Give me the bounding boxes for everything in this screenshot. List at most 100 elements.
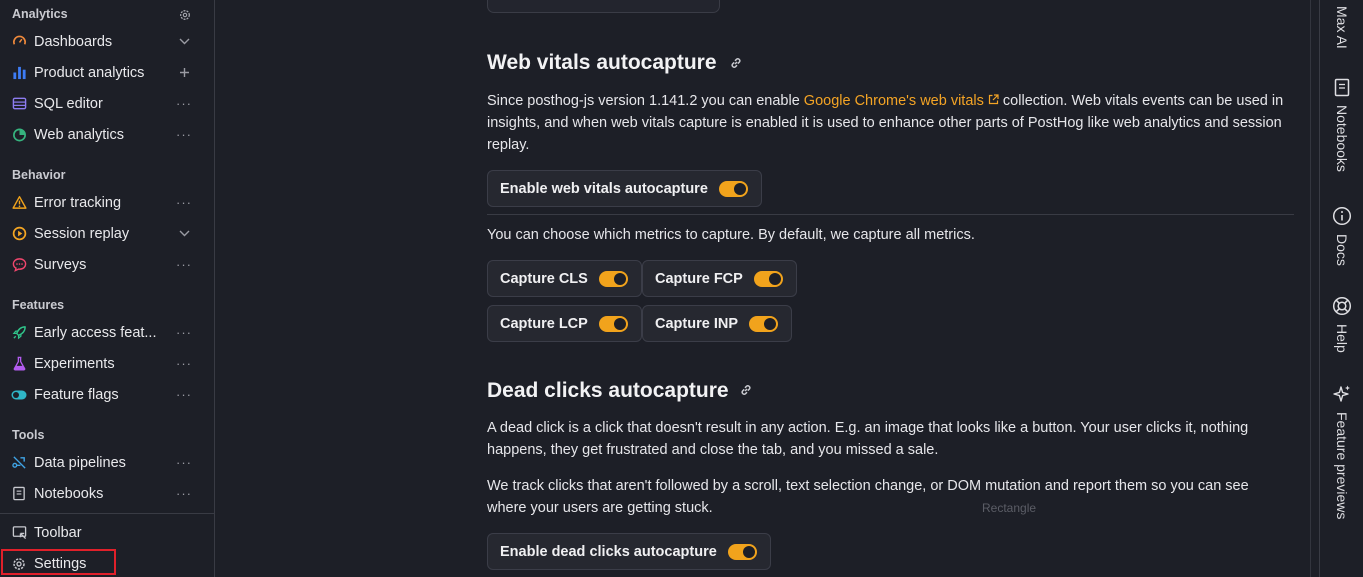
toggle-label: Capture CLS	[500, 270, 588, 287]
toolbar-icon	[11, 525, 27, 541]
sidebar-item-experiments[interactable]: Experiments ···	[0, 349, 214, 378]
toggle-label: Enable web vitals autocapture	[500, 180, 708, 197]
side-panel-label: Feature previews	[1334, 412, 1350, 520]
web-vitals-link-text[interactable]: Google Chrome's web vitals	[804, 93, 984, 109]
chevron-down-icon[interactable]	[176, 226, 192, 242]
side-panel-label: Notebooks	[1334, 105, 1350, 172]
toggle-switch[interactable]	[753, 270, 783, 287]
sidebar-item-label: Data pipelines	[34, 454, 126, 471]
more-icon[interactable]: ···	[176, 96, 192, 112]
sidebar-item-dashboards[interactable]: Dashboards	[0, 27, 214, 56]
toggle-switch[interactable]	[598, 315, 628, 332]
main-content: Web vitals autocapture Since posthog-js …	[215, 0, 1310, 577]
side-panel-label: Help	[1334, 324, 1350, 353]
warning-icon	[11, 195, 27, 211]
dead-clicks-tracking-description: We track clicks that aren't followed by …	[487, 478, 1249, 516]
link-icon[interactable]	[729, 56, 743, 70]
sidebar-item-label: Product analytics	[34, 64, 145, 81]
sidebar-item-sql-editor[interactable]: SQL editor ···	[0, 89, 214, 118]
sidebar-item-early-access-features[interactable]: Early access feat... ···	[0, 318, 214, 347]
notebook-icon	[1332, 77, 1352, 97]
capture-lcp-toggle[interactable]: Capture LCP	[487, 305, 642, 342]
more-icon[interactable]: ···	[176, 195, 192, 211]
more-icon[interactable]: ···	[176, 127, 192, 143]
side-panel-feature-previews[interactable]: Feature previews	[1320, 384, 1363, 519]
dead-clicks-autocapture-toggle[interactable]: Enable dead clicks autocapture	[487, 533, 771, 570]
sidebar-item-label: Session replay	[34, 225, 130, 242]
gear-icon[interactable]	[179, 8, 191, 20]
sidebar-item-label: Toolbar	[34, 524, 82, 541]
web-vitals-autocapture-toggle[interactable]: Enable web vitals autocapture	[487, 170, 762, 207]
external-link-icon	[984, 93, 999, 109]
chevron-down-icon[interactable]	[176, 34, 192, 50]
web-vitals-link[interactable]: Google Chrome's web vitals	[804, 93, 999, 109]
session-replay-icon	[11, 226, 27, 242]
toggle-switch[interactable]	[749, 315, 778, 332]
sidebar-item-data-pipelines[interactable]: Data pipelines ···	[0, 448, 214, 477]
sidebar-item-toolbar[interactable]: Toolbar	[0, 518, 214, 547]
section-title-analytics: Analytics	[12, 7, 68, 21]
sidebar-item-error-tracking[interactable]: Error tracking ···	[0, 188, 214, 217]
rectangle-ghost-label: Rectangle	[982, 501, 1037, 515]
toggle-switch[interactable]	[598, 270, 628, 287]
more-icon[interactable]: ···	[176, 387, 192, 403]
link-icon[interactable]	[739, 383, 753, 397]
sidebar-item-web-analytics[interactable]: Web analytics ···	[0, 120, 214, 149]
sidebar-item-label: Web analytics	[34, 126, 124, 143]
metrics-description: You can choose which metrics to capture.…	[487, 227, 975, 243]
side-panel-notebooks[interactable]: Notebooks	[1320, 77, 1363, 172]
flask-icon	[11, 356, 27, 372]
previous-toggle-button[interactable]	[487, 0, 720, 13]
toggle-switch[interactable]	[718, 180, 748, 197]
divider	[487, 214, 1294, 215]
web-analytics-icon	[11, 127, 27, 143]
section-title-behavior: Behavior	[12, 168, 66, 182]
sidebar-item-label: Error tracking	[34, 194, 122, 211]
side-panel-max-ai[interactable]: Max AI	[1320, 6, 1363, 49]
web-vitals-title: Web vitals autocapture	[487, 51, 717, 74]
sparkle-icon	[1332, 384, 1352, 404]
section-title-tools: Tools	[12, 428, 45, 442]
sidebar-item-feature-flags[interactable]: Feature flags ···	[0, 380, 214, 409]
side-panel-help[interactable]: Help	[1320, 296, 1363, 353]
more-icon[interactable]: ···	[176, 455, 192, 471]
sidebar-item-label: Feature flags	[34, 386, 119, 403]
sidebar-item-label: SQL editor	[34, 95, 103, 112]
toggle-label: Enable dead clicks autocapture	[500, 543, 717, 560]
sidebar-item-notebooks[interactable]: Notebooks ···	[0, 479, 214, 508]
side-panel-docs[interactable]: Docs	[1320, 206, 1363, 266]
toggle-label: Capture FCP	[655, 270, 743, 287]
sidebar-item-surveys[interactable]: Surveys ···	[0, 250, 214, 279]
sidebar-item-session-replay[interactable]: Session replay	[0, 219, 214, 248]
left-sidebar: Analytics Dashboards Product analytics S…	[0, 0, 215, 577]
more-icon[interactable]: ···	[176, 257, 192, 273]
sidebar-item-product-analytics[interactable]: Product analytics	[0, 58, 214, 87]
dead-clicks-title: Dead clicks autocapture	[487, 379, 729, 402]
web-vitals-desc-start: Since posthog-js version 1.141.2 you can…	[487, 93, 804, 109]
main-scrollbar[interactable]	[1310, 0, 1319, 577]
web-vitals-description: Since posthog-js version 1.141.2 you can…	[487, 90, 1292, 156]
more-icon[interactable]: ···	[176, 356, 192, 372]
sidebar-divider	[0, 513, 214, 514]
sidebar-item-label: Surveys	[34, 256, 87, 273]
capture-inp-toggle[interactable]: Capture INP	[642, 305, 792, 342]
more-icon[interactable]: ···	[176, 325, 192, 341]
sidebar-item-label: Experiments	[34, 355, 115, 372]
lifebuoy-icon	[1332, 296, 1352, 316]
notebook-icon	[11, 486, 27, 502]
capture-cls-toggle[interactable]: Capture CLS	[487, 260, 642, 297]
sidebar-item-label: Early access feat...	[34, 324, 157, 341]
section-title-features: Features	[12, 298, 65, 312]
dead-clicks-description: A dead click is a click that doesn't res…	[487, 420, 1249, 458]
dashboards-icon	[11, 34, 27, 50]
toggle-switch[interactable]	[727, 543, 757, 560]
toggle-label: Capture LCP	[500, 315, 588, 332]
surveys-icon	[11, 257, 27, 273]
sql-editor-icon	[11, 96, 27, 112]
side-panel-label: Max AI	[1334, 6, 1350, 49]
more-icon[interactable]: ···	[176, 486, 192, 502]
plus-icon[interactable]	[176, 65, 192, 81]
sidebar-item-label: Dashboards	[34, 33, 113, 50]
capture-fcp-toggle[interactable]: Capture FCP	[642, 260, 797, 297]
settings-highlight-box	[1, 549, 116, 575]
